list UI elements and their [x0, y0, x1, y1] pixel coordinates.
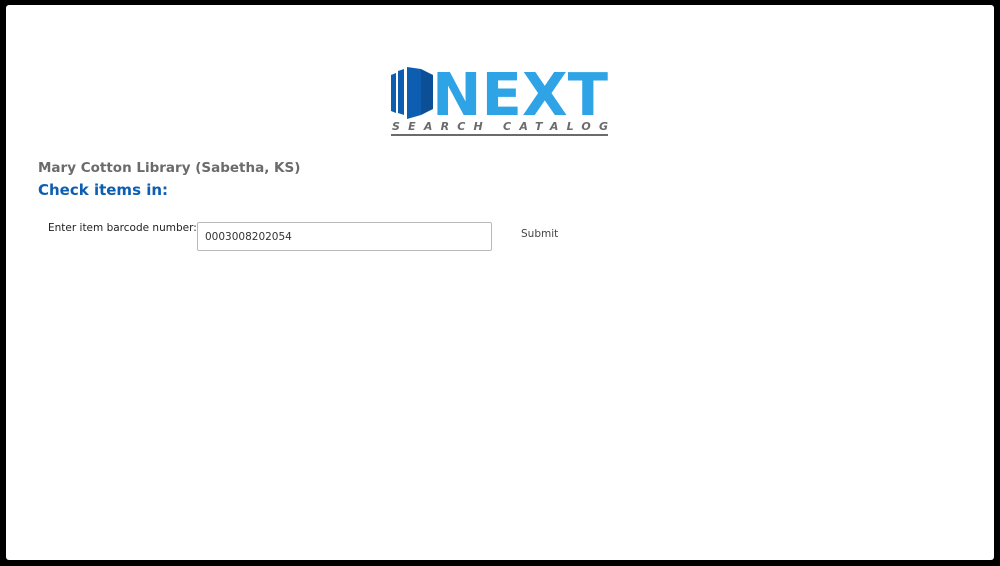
page-title: Check items in: — [38, 181, 169, 199]
book-cover-icon — [407, 67, 421, 119]
submit-button[interactable]: Submit — [514, 224, 565, 244]
book-page-icon — [398, 69, 404, 115]
logo-underline — [391, 134, 608, 136]
app-frame: NEXT SEARCH CATALOG Mary Cotton Library … — [6, 5, 994, 560]
barcode-input[interactable] — [197, 222, 492, 251]
library-name: Mary Cotton Library (Sabetha, KS) — [38, 160, 301, 176]
next-search-catalog-logo: NEXT SEARCH CATALOG — [391, 63, 617, 141]
book-spine-icon — [391, 73, 396, 113]
logo-graphic: NEXT SEARCH CATALOG — [391, 63, 608, 136]
barcode-label: Enter item barcode number: — [48, 222, 197, 234]
